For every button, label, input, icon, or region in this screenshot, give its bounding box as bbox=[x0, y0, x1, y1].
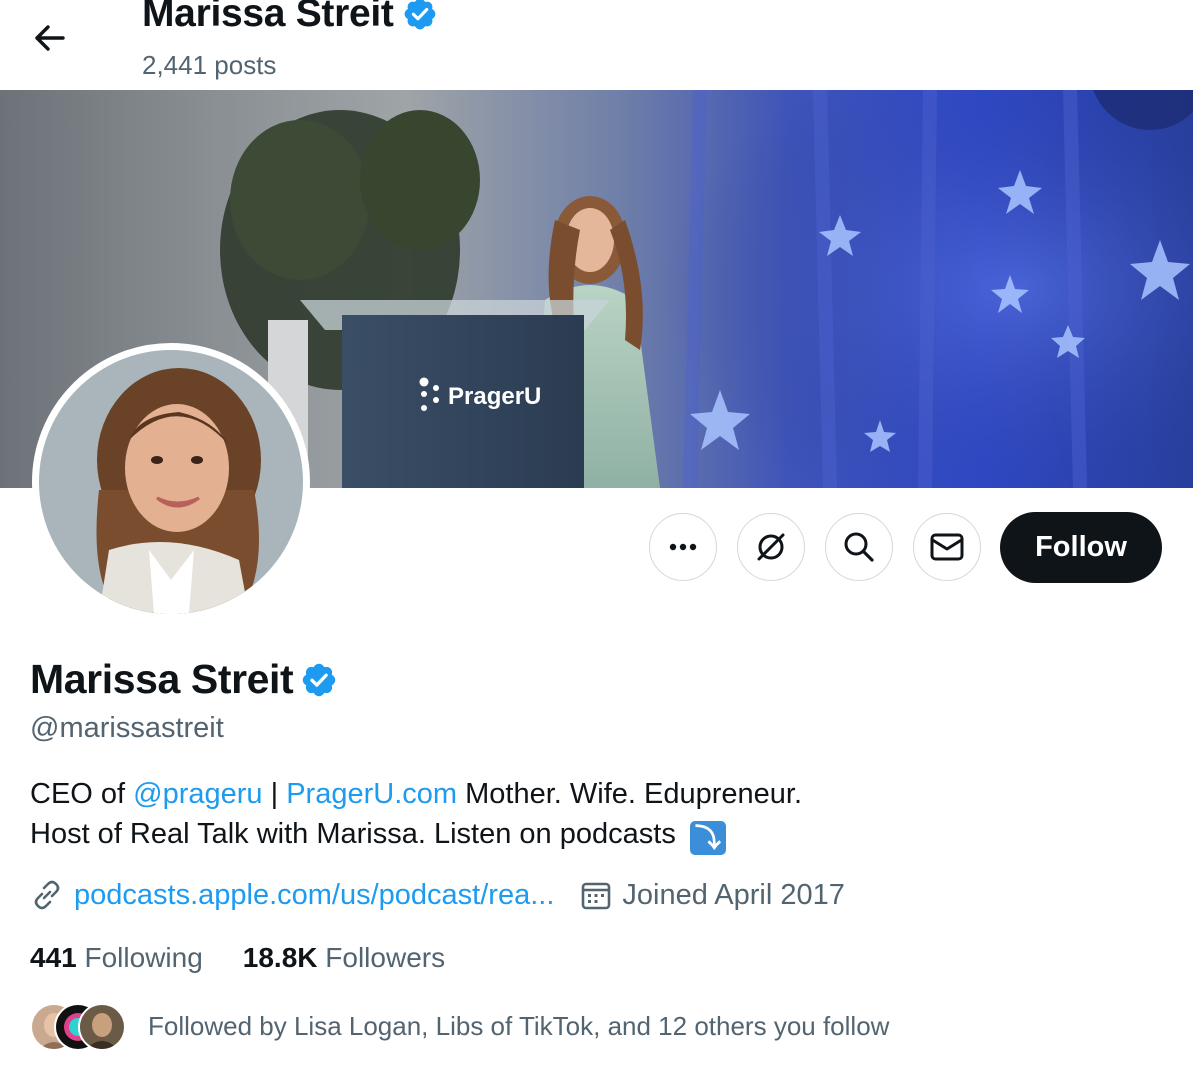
more-icon bbox=[669, 543, 697, 551]
bio-separator: | bbox=[262, 778, 287, 810]
message-icon bbox=[930, 533, 964, 561]
following-link[interactable]: 441 Following bbox=[30, 942, 203, 974]
search-icon bbox=[844, 532, 874, 562]
followers-label: Followers bbox=[325, 942, 446, 973]
bio-text-line2: Host of Real Talk with Marissa. Listen o… bbox=[30, 818, 676, 850]
mention-link[interactable]: @prageru bbox=[133, 778, 262, 810]
follow-button[interactable]: Follow bbox=[1000, 512, 1162, 583]
profile-bio: CEO of @prageru | PragerU.com Mother. Wi… bbox=[30, 774, 1150, 855]
search-posts-button[interactable] bbox=[825, 513, 893, 581]
bio-line-2: Host of Real Talk with Marissa. Listen o… bbox=[30, 814, 1150, 855]
followed-by-text: Followed by Lisa Logan, Libs of TikTok, … bbox=[148, 1010, 890, 1041]
followed-by-row[interactable]: Followed by Lisa Logan, Libs of TikTok, … bbox=[30, 1003, 890, 1051]
website-link[interactable]: PragerU.com bbox=[286, 778, 457, 810]
display-name: Marissa Streit bbox=[30, 656, 294, 702]
avatar-image bbox=[39, 350, 303, 614]
more-options-button[interactable] bbox=[649, 513, 717, 581]
calendar-icon bbox=[582, 882, 611, 910]
profile-handle: @marissastreit bbox=[30, 712, 224, 744]
bio-text-suffix: Mother. Wife. Edupreneur. bbox=[457, 778, 803, 810]
header-title: Marissa Streit bbox=[142, 0, 438, 36]
header-name: Marissa Streit bbox=[142, 0, 394, 35]
follower-avatar bbox=[78, 1003, 126, 1051]
grok-icon bbox=[757, 533, 785, 561]
profile-header-bar: Marissa Streit 2,441 posts bbox=[0, 0, 1193, 90]
profile-avatar[interactable] bbox=[32, 343, 310, 621]
followers-link[interactable]: 18.8K Followers bbox=[243, 942, 445, 974]
bio-line-1: CEO of @prageru | PragerU.com Mother. Wi… bbox=[30, 774, 1150, 814]
posts-count: 2,441 posts bbox=[142, 50, 277, 80]
profile-url-link[interactable]: podcasts.apple.com/us/podcast/rea... bbox=[74, 879, 554, 912]
verified-badge-icon[interactable] bbox=[402, 0, 438, 32]
bio-text: CEO of bbox=[30, 778, 134, 810]
followers-count: 18.8K bbox=[242, 942, 318, 973]
podium-logo-text: PragerU bbox=[448, 383, 541, 410]
profile-name: Marissa Streit bbox=[30, 656, 338, 703]
following-count: 441 bbox=[30, 942, 77, 973]
profile-meta: podcasts.apple.com/us/podcast/rea... Joi… bbox=[30, 878, 845, 912]
arrow-down-emoji-icon: ⤵ bbox=[689, 821, 726, 855]
follow-stats: 441 Following 18.8K Followers bbox=[30, 942, 485, 974]
message-button[interactable] bbox=[913, 513, 981, 581]
grok-button[interactable] bbox=[737, 513, 805, 581]
following-label: Following bbox=[84, 942, 203, 973]
joined-date: Joined April 2017 bbox=[622, 878, 845, 911]
back-button[interactable] bbox=[26, 14, 74, 62]
profile-url-item[interactable]: podcasts.apple.com/us/podcast/rea... bbox=[30, 878, 554, 912]
arrow-left-icon bbox=[35, 25, 65, 51]
verified-badge-icon[interactable] bbox=[300, 661, 338, 699]
followed-by-avatars bbox=[30, 1003, 126, 1051]
joined-date-item: Joined April 2017 bbox=[580, 879, 845, 912]
link-icon bbox=[34, 880, 60, 910]
